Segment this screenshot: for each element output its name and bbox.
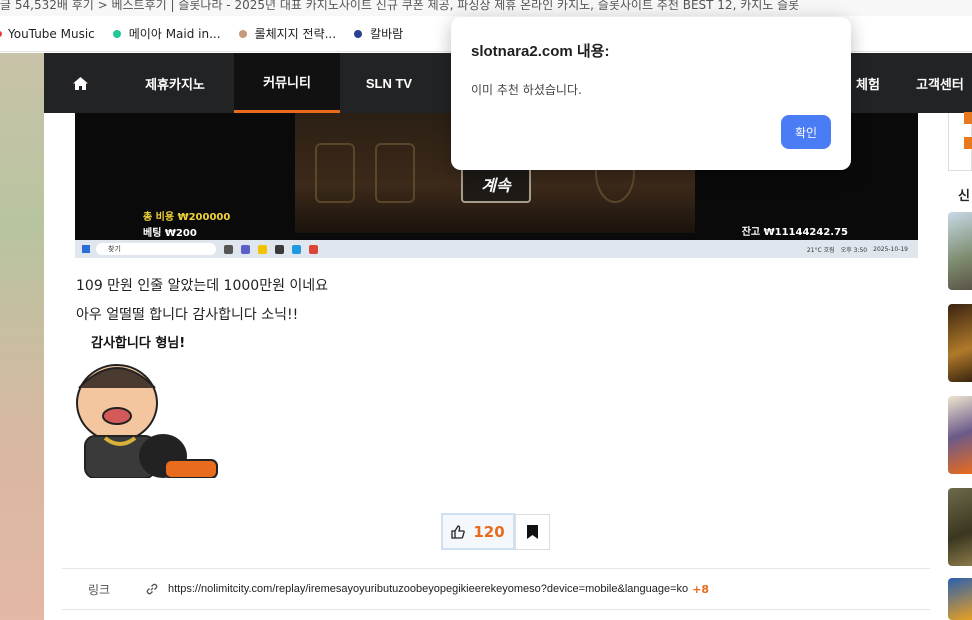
taskbar-time: 오후 3:50 [840,246,868,254]
taskbar-app-icon [241,244,250,254]
game-continue-button: 계속 [461,165,531,203]
sidebar-thumbnail[interactable] [948,578,972,620]
bookmark-label: 칼바람 [370,27,404,41]
taskbar-app-icon [275,244,284,254]
post-link-row: 링크 https://nolimitcity.com/replay/iremes… [62,568,930,610]
reel-symbol [315,143,355,203]
taskbar-date: 2025-10-19 [873,245,908,253]
page-background-left [0,53,44,620]
taskbar-search: 찾기 [96,243,216,255]
bookmark-icon [527,525,538,539]
nav-customer-center[interactable]: 고객센터 [896,53,972,113]
windows-start-icon [82,245,90,253]
sidebar-thumbnail[interactable] [948,488,972,566]
windows-taskbar: 찾기 21°C 흐림 오후 3:50 2025-10-19 [75,240,918,258]
post-text-line-2: 아우 얼떨떨 합니다 감사합니다 소닉!! [76,307,299,323]
sidebar-thumbnail[interactable] [948,396,972,474]
nav-community[interactable]: 커뮤니티 [234,53,340,113]
taskbar-app-icon [292,244,301,254]
sidebar-accent [964,112,972,124]
nav-home[interactable] [44,53,116,113]
sidebar-title: 신 [958,189,970,204]
youtube-music-icon [0,30,2,37]
sidebar-thumbnail[interactable] [948,212,972,290]
dialog-message: 이미 추천 하셨습니다. [471,83,582,97]
home-icon [72,76,88,90]
sticker-caption: 감사합니다 형님! [91,336,186,351]
bookmark-label: YouTube Music [8,26,95,41]
bookmark-lolchess[interactable]: 롤체지지 전략... [238,25,337,42]
post-link-url[interactable]: https://nolimitcity.com/replay/iremesayo… [168,583,688,595]
reel-symbol [375,143,415,203]
sidebar-thumbnail[interactable] [948,304,972,382]
bookmark-button[interactable] [515,514,550,550]
bookmark-youtube-music[interactable]: YouTube Music [0,27,95,41]
sidebar-accent [964,137,972,149]
link-icon [146,583,168,595]
bookmark-kalbaram[interactable]: 칼바람 [354,25,403,42]
link-label: 링크 [88,582,111,597]
dialog-title: slotnara2.com 내용: [471,43,610,60]
game-total-cost: 총 비용 ₩200000 [143,212,231,223]
link-click-count: +8 [692,582,710,596]
taskbar-app-icon [224,244,233,254]
nav-experience[interactable]: 체험 [856,53,896,113]
nav-partner-casino[interactable]: 제휴카지노 [116,53,234,113]
recommend-button[interactable]: 120 [441,513,515,550]
bookmark-label: 메이아 Maid in... [128,27,221,41]
taskbar-weather: 21°C 흐림 [806,246,835,254]
bookmark-maid[interactable]: 메이아 Maid in... [112,25,221,42]
taskbar-tray: 21°C 흐림 오후 3:50 2025-10-19 [807,245,918,254]
post-text-line-1: 109 만원 인줄 알았는데 1000만원 이네요 [76,278,329,294]
bookmark-label: 롤체지지 전략... [254,27,337,41]
taskbar-app-icon [309,244,318,254]
nav-sln-tv[interactable]: SLN TV [340,53,438,113]
browser-tab-title: 글 54,532배 후기 > 베스트후기 | 슬롯나라 - 2025년 대표 카… [0,0,972,16]
game-balance: 잔고 ₩11144242.75 [741,227,848,238]
game-bet: 베팅 ₩200 [143,228,197,239]
recommend-count: 120 [473,522,505,541]
alert-dialog: slotnara2.com 내용: 이미 추천 하셨습니다. 확인 [451,17,851,170]
dialog-ok-button[interactable]: 확인 [781,115,831,149]
taskbar-app-icon [258,244,267,254]
kalbaram-icon [354,29,363,38]
thumbs-up-icon [451,524,466,539]
maid-icon [112,29,121,38]
thanks-sticker-image: 감사합니다 형님! [65,328,225,479]
lolchess-icon [238,29,247,38]
